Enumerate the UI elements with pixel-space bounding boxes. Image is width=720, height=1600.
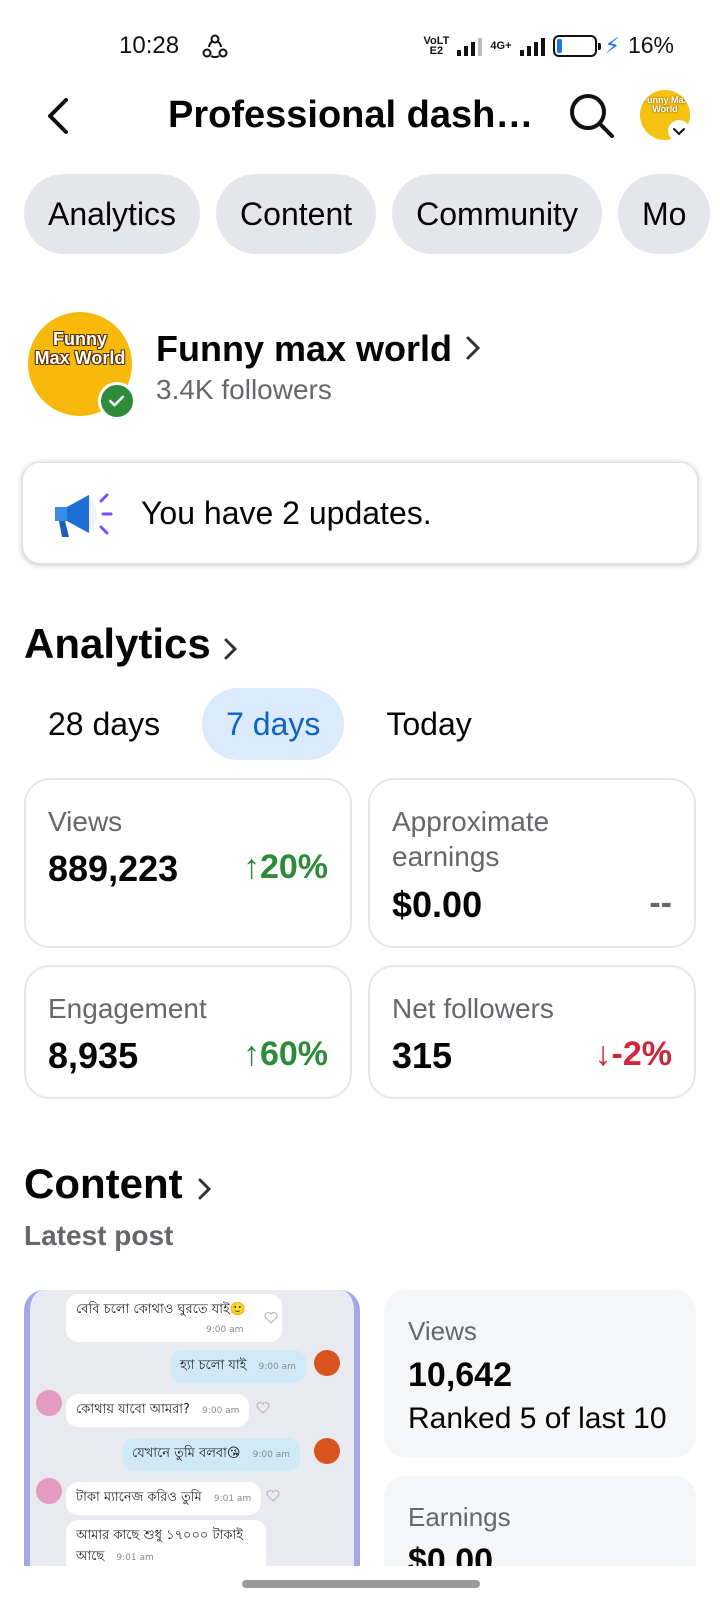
status-time: 10:28 <box>119 32 180 59</box>
sync-icon <box>202 34 228 59</box>
chat-text: যেখানে তুমি বলবা😘 <box>132 1446 241 1461</box>
battery-icon <box>552 34 601 57</box>
arrow-up-icon: ↑ <box>242 848 260 886</box>
metric-change-value: 20% <box>259 848 328 886</box>
range-28-days[interactable]: 28 days <box>24 688 184 760</box>
signal-bars-icon-1 <box>457 36 483 56</box>
metric-value: 8,935 <box>48 1035 139 1076</box>
battery-percent: 16% <box>627 32 674 58</box>
chat-text: বেবি চলো কোথাও ঘুরতে যাই🙂 <box>76 1302 246 1317</box>
post-views-label: Views <box>408 1316 477 1346</box>
network-type-label: 4G+ <box>490 39 512 52</box>
page-logo-text: Funny Max World <box>34 329 126 368</box>
heart-icon <box>264 1312 278 1324</box>
date-range-selector: 28 days 7 days Today <box>24 688 514 760</box>
volte-label: VoLTE2 <box>423 34 450 57</box>
chat-avatar <box>36 1390 62 1416</box>
signal-bars-icon-2 <box>519 36 545 56</box>
metric-value: 889,223 <box>48 848 179 889</box>
updates-text: You have 2 updates. <box>141 495 432 531</box>
charging-icon: ⚡ <box>604 32 620 58</box>
metric-change-up: ↑20% <box>243 848 328 887</box>
chevron-down-icon[interactable] <box>668 120 690 142</box>
follower-count: 3.4K followers <box>156 374 332 405</box>
avatar-logo-text: Funny Max World <box>641 95 689 114</box>
chat-time: 9:00 am <box>206 1325 244 1335</box>
post-views-card[interactable]: Views 10,642 Ranked 5 of last 10 <box>384 1290 696 1458</box>
metric-change-value: -- <box>649 884 672 922</box>
home-indicator[interactable] <box>242 1580 480 1588</box>
chat-avatar <box>314 1350 340 1376</box>
content-chevron-icon[interactable] <box>192 1174 218 1204</box>
page-title: Professional dashb… <box>168 94 540 136</box>
arrow-down-icon: ↓ <box>594 1035 612 1073</box>
battery-level <box>556 38 563 53</box>
analytics-chevron-icon[interactable] <box>218 634 244 664</box>
megaphone-icon <box>55 493 113 537</box>
back-chevron-icon[interactable] <box>36 90 84 142</box>
metric-value: 315 <box>392 1035 453 1076</box>
tab-community[interactable]: Community <box>392 174 602 254</box>
metric-card-views[interactable]: Views 889,223 ↑20% <box>24 778 352 948</box>
tab-analytics[interactable]: Analytics <box>24 174 201 254</box>
post-views-value: 10,642 <box>408 1356 512 1394</box>
latest-post-label: Latest post <box>24 1220 174 1251</box>
chevron-right-icon[interactable] <box>458 330 488 366</box>
range-7-days[interactable]: 7 days <box>202 688 345 760</box>
search-icon[interactable] <box>566 90 618 142</box>
content-heading[interactable]: Content <box>24 1160 183 1208</box>
metric-card-earnings[interactable]: Approximate earnings $0.00 -- <box>368 778 696 948</box>
chat-text: হ্যা চলো যাই <box>180 1358 247 1373</box>
chat-time: 9:00 am <box>252 1450 290 1460</box>
metric-label: Engagement <box>48 993 207 1024</box>
metric-card-net-followers[interactable]: Net followers 315 ↓-2% <box>368 965 696 1099</box>
metric-change-up: ↑60% <box>243 1035 328 1074</box>
metric-label: Net followers <box>392 993 554 1024</box>
post-earnings-label: Earnings <box>408 1502 511 1532</box>
post-rank: Ranked 5 of last 10 <box>408 1402 667 1435</box>
tab-more[interactable]: Mo <box>617 174 711 254</box>
tab-content[interactable]: Content <box>216 174 377 254</box>
status-right: VoLTE2 4G+ ⚡ 16% <box>423 32 674 59</box>
chat-time: 9:00 am <box>202 1406 240 1416</box>
updates-banner[interactable]: You have 2 updates. <box>22 462 698 564</box>
chat-avatar <box>314 1438 340 1464</box>
chat-time: 9:00 am <box>258 1362 296 1372</box>
metric-label: Views <box>48 806 123 837</box>
metric-change-value: 60% <box>259 1035 328 1073</box>
metric-change-down: ↓-2% <box>595 1035 672 1074</box>
chat-bubble: হ্যা চলো যাই 9:00 am <box>170 1350 306 1383</box>
top-app-bar: Professional dashb… Funny Max World <box>0 80 720 152</box>
chat-bubble: আমার কাছে শুধু ১৭০০০ টাকাই আছে 9:01 am <box>66 1520 266 1566</box>
chat-text: কোথায় যাবো আমরা? <box>76 1402 190 1417</box>
section-tabs: Analytics Content Community Mo <box>24 174 720 254</box>
chat-avatar <box>36 1478 62 1504</box>
chat-bubble: যেখানে তুমি বলবা😘 9:00 am <box>122 1438 300 1471</box>
latest-post-thumbnail[interactable]: বেবি চলো কোথাও ঘুরতে যাই🙂 9:00 am হ্যা চ… <box>24 1290 360 1566</box>
metric-change-value: -2% <box>611 1035 672 1073</box>
chat-text: আমার কাছে শুধু ১৭০০০ টাকাই আছে <box>76 1528 244 1564</box>
range-today[interactable]: Today <box>362 688 495 760</box>
page-profile[interactable]: Funny Max World Funny max world 3.4K fol… <box>28 312 688 420</box>
metric-label: Approximate earnings <box>392 806 550 872</box>
chat-bubble: টাকা ম্যানেজ করিও তুমি 9:01 am <box>66 1482 262 1515</box>
chat-time: 9:01 am <box>213 1494 252 1504</box>
heart-icon <box>266 1490 280 1502</box>
arrow-up-icon: ↑ <box>242 1035 260 1073</box>
page-name: Funny max world <box>156 328 453 369</box>
metric-value: $0.00 <box>392 884 483 925</box>
verified-check-icon <box>98 382 136 420</box>
chat-bubble: কোথায় যাবো আমরা? 9:00 am <box>66 1394 250 1427</box>
chat-time: 9:01 am <box>116 1553 154 1563</box>
chat-bubble: বেবি চলো কোথাও ঘুরতে যাই🙂 9:00 am <box>66 1294 282 1342</box>
chat-text: টাকা ম্যানেজ করিও তুমি <box>76 1490 202 1505</box>
analytics-heading[interactable]: Analytics <box>24 620 211 668</box>
heart-icon <box>256 1402 270 1414</box>
metric-card-engagement[interactable]: Engagement 8,935 ↑60% <box>24 965 352 1099</box>
